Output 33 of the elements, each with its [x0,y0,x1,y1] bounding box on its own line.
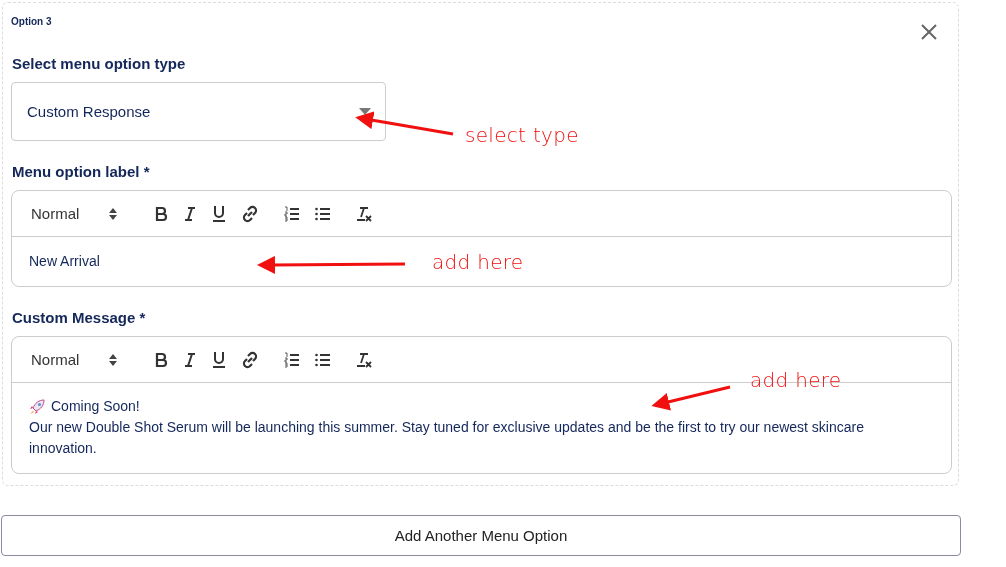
annotation-text: select type [465,123,579,147]
sort-arrows-icon [109,207,118,220]
field-label: Custom Message * [12,309,147,326]
type-select[interactable]: Custom Response [11,82,386,141]
option-title: Option 3 [11,16,52,27]
rocket-icon [29,398,45,415]
italic-icon[interactable] [183,205,197,222]
annotation-text: add here [750,368,842,392]
bullet-list-icon[interactable] [315,352,331,367]
format-select[interactable]: Normal [31,351,127,368]
message-text: New Arrival [29,252,100,271]
close-icon[interactable] [920,23,938,41]
add-option-button[interactable]: Add Another Menu Option [1,515,961,556]
bold-icon[interactable] [154,351,168,368]
numbered-list-icon[interactable] [284,205,300,222]
message-text: Coming Soon! [51,397,140,416]
clear-format-icon[interactable] [356,351,372,368]
caret-icon [359,108,371,115]
format-select[interactable]: Normal [31,205,127,222]
bullet-list-icon[interactable] [315,206,331,221]
underline-icon[interactable] [212,204,226,223]
numbered-list-icon[interactable] [284,351,300,368]
link-icon[interactable] [241,204,259,223]
underline-icon[interactable] [212,350,226,369]
clear-format-icon[interactable] [356,205,372,222]
field-label: Select menu option type [12,55,187,72]
italic-icon[interactable] [183,351,197,368]
sort-arrows-icon [109,353,118,366]
message-text: Our new Double Shot Serum will be launching this summer. Stay tuned for exclusive updates and be the first to try our newest skincare innovation. [29,418,865,458]
field-label: Menu option label * [12,163,151,180]
link-icon[interactable] [241,350,259,369]
bold-icon[interactable] [154,205,168,222]
annotation-text: add here [432,250,524,274]
